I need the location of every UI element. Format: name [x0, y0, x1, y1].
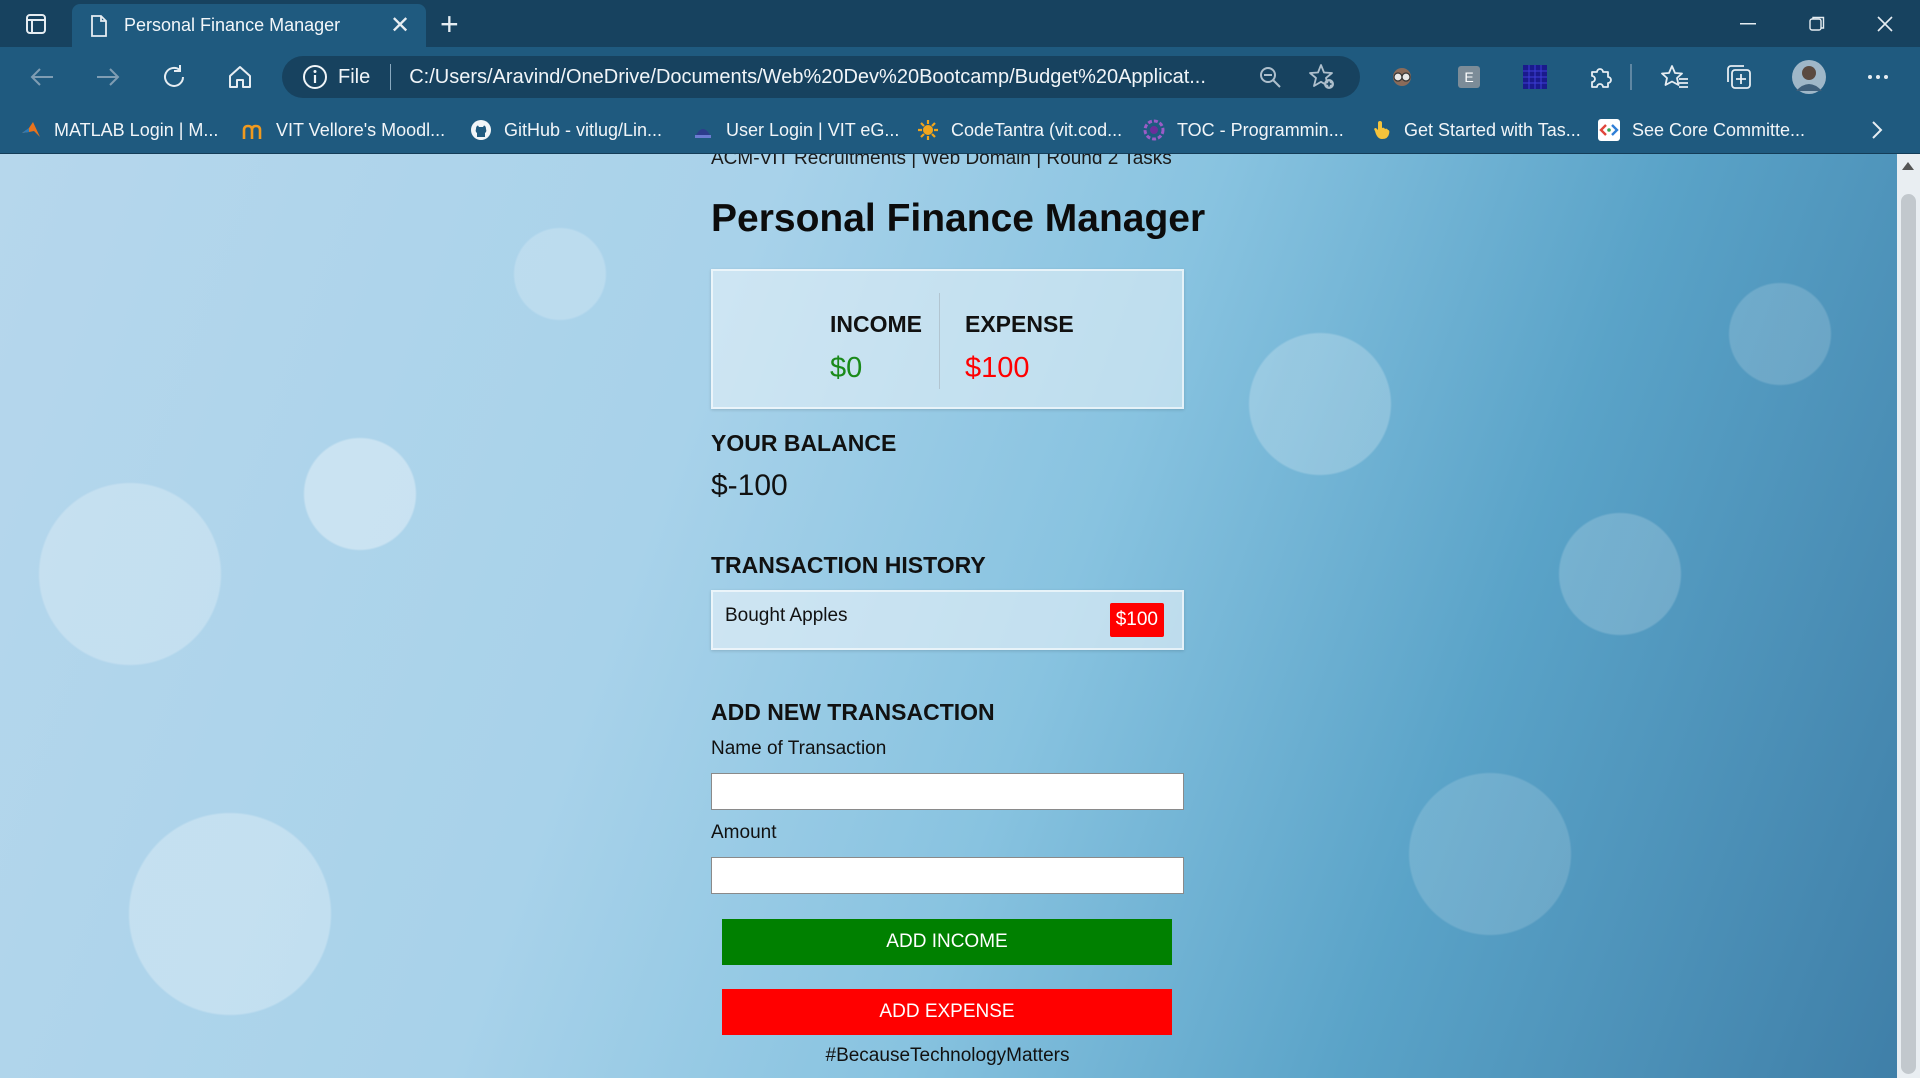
- bookmark-codetantra[interactable]: CodeTantra (vit.cod...: [917, 107, 1122, 153]
- browser-tab-bar: Personal Finance Manager ✕ +: [0, 0, 1920, 47]
- browser-toolbar: File C:/Users/Aravind/OneDrive/Documents…: [0, 47, 1920, 107]
- tab-active[interactable]: Personal Finance Manager ✕: [72, 4, 426, 47]
- github-icon: [470, 119, 492, 141]
- amount-field-label: Amount: [711, 822, 777, 843]
- page-title: Personal Finance Manager: [711, 197, 1206, 240]
- add-favorite-icon[interactable]: [1308, 63, 1336, 91]
- income-value: $0: [830, 352, 863, 384]
- zoom-icon[interactable]: [1256, 63, 1284, 91]
- minimize-icon[interactable]: [1713, 0, 1783, 47]
- back-icon[interactable]: [22, 59, 62, 95]
- scrollbar-thumb[interactable]: [1901, 194, 1916, 1074]
- income-label: INCOME: [830, 311, 922, 337]
- add-expense-button[interactable]: ADD EXPENSE: [722, 989, 1172, 1035]
- extension-e-icon[interactable]: E: [1453, 61, 1485, 93]
- page-background: ACM-VIT Recruitments | Web Domain | Roun…: [0, 154, 1897, 1078]
- add-transaction-label: ADD NEW TRANSACTION: [711, 699, 995, 725]
- refresh-icon[interactable]: [154, 59, 194, 95]
- bookmark-get-started[interactable]: Get Started with Tas...: [1370, 107, 1581, 153]
- close-window-icon[interactable]: [1850, 0, 1920, 47]
- balance-value: $-100: [711, 469, 788, 502]
- forward-icon[interactable]: [88, 59, 128, 95]
- document-icon: [90, 14, 108, 37]
- site-info-icon[interactable]: [302, 64, 328, 90]
- transaction-name: Bought Apples: [725, 605, 848, 626]
- transaction-amount-input[interactable]: [711, 857, 1184, 894]
- page-scrollbar[interactable]: [1897, 154, 1920, 1078]
- app-subtitle: ACM-VIT Recruitments | Web Domain | Roun…: [711, 154, 1172, 169]
- summary-divider: [939, 293, 940, 389]
- codetantra-icon: [917, 119, 939, 141]
- vit-egov-icon: [692, 119, 714, 141]
- transaction-amount-badge: $100: [1109, 603, 1164, 637]
- income-column: INCOME $0: [830, 311, 922, 385]
- address-bar[interactable]: File C:/Users/Aravind/OneDrive/Documents…: [282, 56, 1360, 98]
- bookmark-moodle[interactable]: VIT Vellore's Moodl...: [242, 107, 445, 153]
- expense-column: EXPENSE $100: [965, 311, 1074, 385]
- name-field-label: Name of Transaction: [711, 738, 887, 759]
- more-menu-icon[interactable]: [1862, 61, 1894, 93]
- bookmarks-bar: MATLAB Login | M... VIT Vellore's Moodl.…: [0, 107, 1920, 154]
- add-income-button[interactable]: ADD INCOME: [722, 919, 1172, 965]
- toolbar-divider: [1630, 64, 1632, 90]
- restore-icon[interactable]: [1782, 0, 1852, 47]
- collections-icon[interactable]: [1723, 61, 1755, 93]
- close-tab-icon[interactable]: ✕: [386, 13, 414, 38]
- code-icon: [1598, 119, 1620, 141]
- moodle-icon: [242, 119, 264, 141]
- expense-value: $100: [965, 352, 1030, 384]
- new-tab-icon[interactable]: +: [440, 6, 459, 42]
- history-label: TRANSACTION HISTORY: [711, 552, 986, 578]
- bookmark-vit-egov[interactable]: User Login | VIT eG...: [692, 107, 899, 153]
- transaction-row: Bought Apples $100: [711, 590, 1184, 650]
- tab-actions-icon[interactable]: [14, 9, 58, 39]
- bookmark-matlab[interactable]: MATLAB Login | M...: [20, 107, 218, 153]
- expense-label: EXPENSE: [965, 311, 1074, 337]
- bookmark-core-committee[interactable]: See Core Committe...: [1598, 107, 1805, 153]
- address-protocol: File: [338, 65, 371, 88]
- matlab-icon: [20, 119, 42, 141]
- income-expense-card: INCOME $0 EXPENSE $100: [711, 269, 1184, 409]
- footer-hashtag: #BecauseTechnologyMatters: [825, 1045, 1070, 1066]
- tab-title: Personal Finance Manager: [124, 15, 341, 35]
- balance-label: YOUR BALANCE: [711, 430, 897, 456]
- profile-avatar[interactable]: [1790, 58, 1828, 96]
- extension-grid-icon[interactable]: [1519, 61, 1551, 93]
- toc-icon: [1143, 119, 1165, 141]
- svg-text:E: E: [1464, 69, 1473, 85]
- extensions-puzzle-icon[interactable]: [1585, 61, 1617, 93]
- transaction-name-input[interactable]: [711, 773, 1184, 810]
- bookmark-toc[interactable]: TOC - Programmin...: [1143, 107, 1344, 153]
- address-url[interactable]: C:/Users/Aravind/OneDrive/Documents/Web%…: [409, 66, 1256, 89]
- address-separator: [390, 64, 392, 90]
- bookmarks-overflow-icon[interactable]: [1870, 107, 1884, 153]
- extension-glasses-icon[interactable]: [1386, 61, 1418, 93]
- home-icon[interactable]: [220, 59, 260, 95]
- favorites-icon[interactable]: [1659, 61, 1691, 93]
- hand-icon: [1370, 119, 1392, 141]
- bookmark-github[interactable]: GitHub - vitlug/Lin...: [470, 107, 662, 153]
- scroll-up-icon[interactable]: [1902, 162, 1914, 170]
